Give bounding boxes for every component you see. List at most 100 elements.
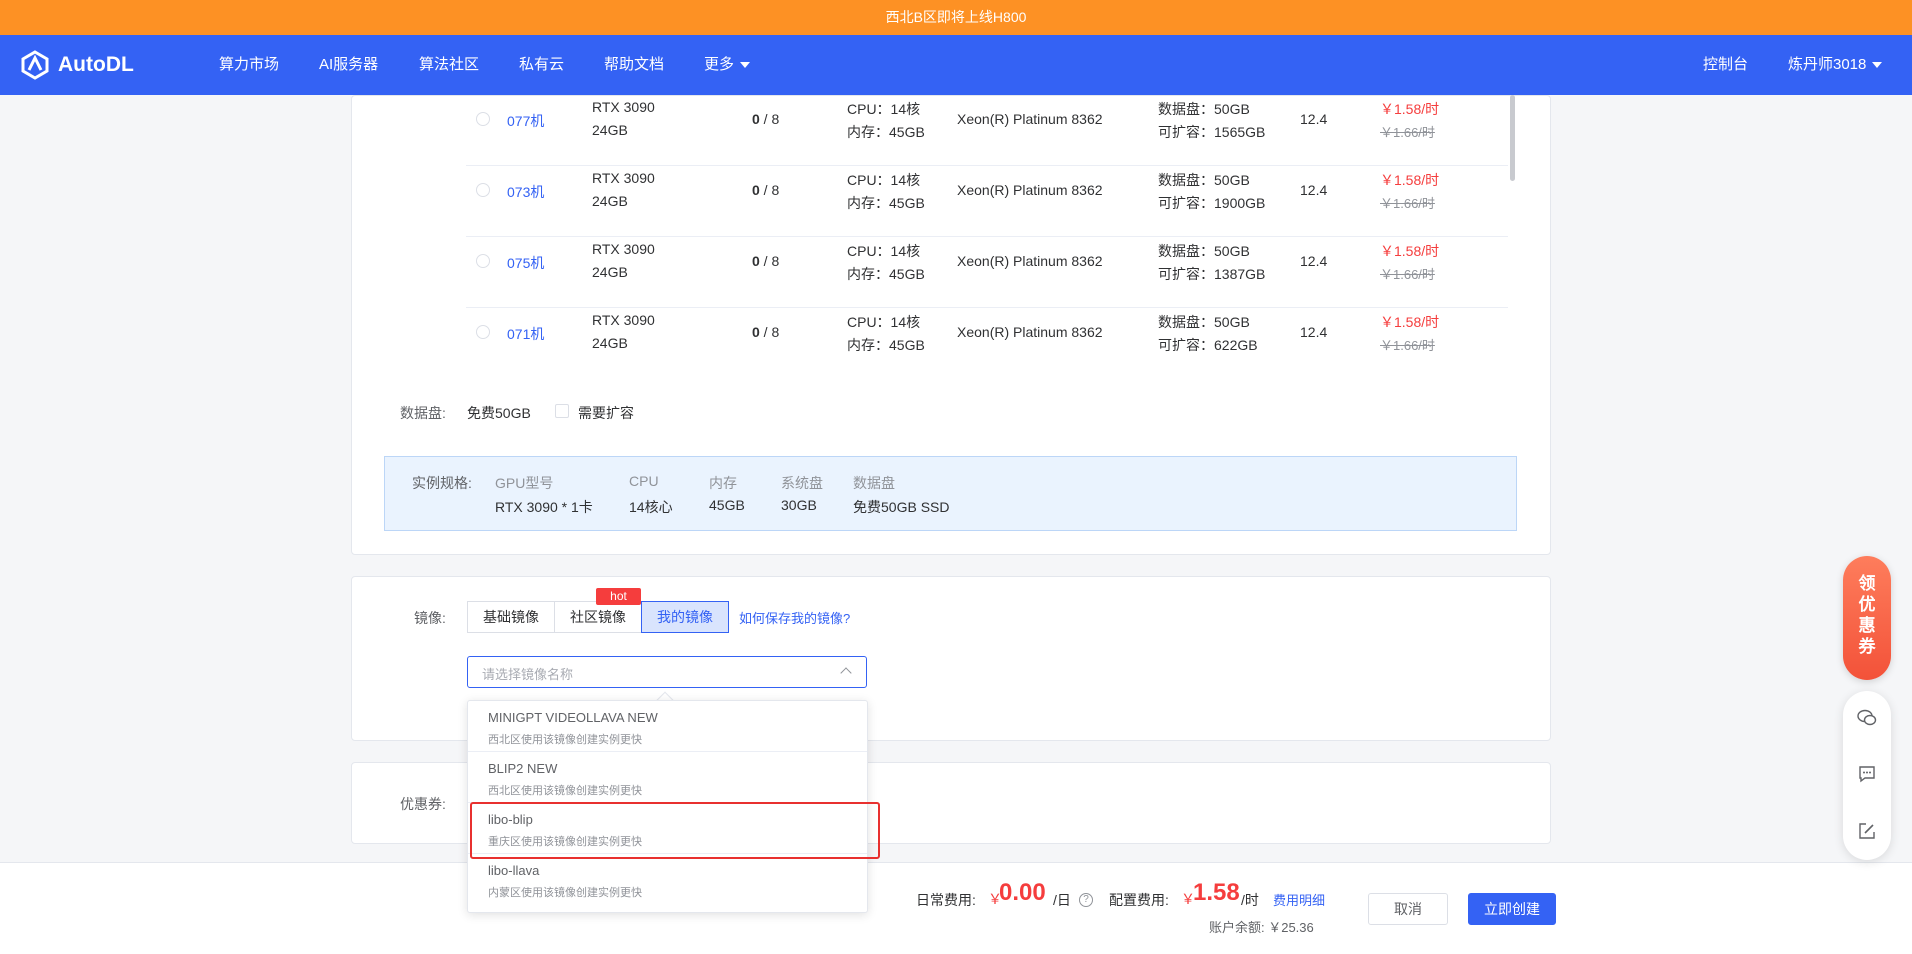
machine-name[interactable]: 077机 <box>507 111 544 131</box>
gpu-model: RTX 3090 <box>592 170 655 186</box>
image-option-desc: 西北区使用该镜像创建实例更快 <box>488 734 642 746</box>
spec-header-datadisk: 数据盘 <box>853 475 895 491</box>
spec-value-mem: 45GB <box>709 497 745 513</box>
cuda-version: 12.4 <box>1300 253 1328 269</box>
autodl-logo[interactable]: AutoDL <box>20 49 134 81</box>
cuda-version: 12.4 <box>1300 111 1328 127</box>
save-image-help-link[interactable]: 如何保存我的镜像? <box>739 608 850 627</box>
machine-row[interactable]: 071机 RTX 3090 24GB 0 / 8 CPU：14核 内存：45GB Xeon(… <box>466 308 1508 367</box>
gpu-model: RTX 3090 <box>592 312 655 328</box>
machine-name[interactable]: 071机 <box>507 324 544 344</box>
cancel-button[interactable]: 取消 <box>1368 893 1448 925</box>
spec-value-datadisk: 免费50GB SSD <box>853 499 950 515</box>
cuda-version: 12.4 <box>1300 182 1328 198</box>
machine-table: 077机 RTX 3090 24GB 0 / 8 CPU：14核 内存：45GB Xeon(… <box>466 95 1517 367</box>
nav-ai-server[interactable]: AI服务器 <box>319 35 378 95</box>
machine-radio[interactable] <box>476 254 490 268</box>
nav-console[interactable]: 控制台 <box>1703 35 1748 95</box>
machine-radio[interactable] <box>476 325 490 339</box>
logo-text: AutoDL <box>58 53 134 76</box>
gpu-availability: 0 / 8 <box>752 253 779 269</box>
cost-detail-link[interactable]: 费用明细 <box>1273 890 1325 909</box>
spec-header-cpu: CPU <box>629 473 659 489</box>
expandable-disk: 可扩容：622GB <box>1158 337 1258 353</box>
nav-compute-market[interactable]: 算力市场 <box>219 35 279 95</box>
help-question-icon[interactable]: ? <box>1079 893 1093 907</box>
cpu-model: Xeon(R) Platinum 8362 <box>957 182 1103 198</box>
cpu-cores: CPU：14核 <box>847 243 921 259</box>
account-balance: 账户余额: ￥25.36 <box>1209 920 1314 935</box>
image-select[interactable]: 请选择镜像名称 <box>467 656 867 688</box>
machine-name[interactable]: 075机 <box>507 253 544 273</box>
price: ￥1.58/时 <box>1380 243 1440 259</box>
hot-badge: hot <box>596 588 641 605</box>
nav-help-docs[interactable]: 帮助文档 <box>604 35 664 95</box>
gpu-model: RTX 3090 <box>592 99 655 115</box>
gpu-total-count: / 8 <box>759 182 780 198</box>
nav-more[interactable]: 更多 <box>704 35 751 95</box>
cpu-cores: CPU：14核 <box>847 314 921 330</box>
config-cost-unit: /时 <box>1241 892 1259 908</box>
expandable-disk: 可扩容：1387GB <box>1158 266 1266 282</box>
image-option[interactable]: BLIP2 NEW 西北区使用该镜像创建实例更快 <box>468 752 867 803</box>
chevron-up-icon <box>840 667 852 679</box>
coupon-label: 优惠券: <box>400 796 446 812</box>
create-now-button[interactable]: 立即创建 <box>1468 893 1556 925</box>
nav-algorithm-community[interactable]: 算法社区 <box>419 35 479 95</box>
machine-radio[interactable] <box>476 183 490 197</box>
data-disk-label: 数据盘: <box>400 405 446 421</box>
cuda-version: 12.4 <box>1300 324 1328 340</box>
feedback-icon[interactable] <box>1857 764 1877 784</box>
spec-value-gpu: RTX 3090 * 1卡 <box>495 499 593 515</box>
nav-more-label: 更多 <box>704 56 735 73</box>
edit-icon[interactable] <box>1857 821 1877 841</box>
expand-checkbox-label[interactable]: 需要扩容 <box>578 403 634 423</box>
data-disk: 数据盘：50GB <box>1158 314 1250 330</box>
image-option[interactable]: MINIGPT VIDEOLLAVA NEW 西北区使用该镜像创建实例更快 <box>468 701 867 752</box>
image-option-desc: 西北区使用该镜像创建实例更快 <box>488 785 642 797</box>
cpu-model: Xeon(R) Platinum 8362 <box>957 111 1103 127</box>
announcement-banner[interactable]: 西北B区即将上线H800 <box>0 0 1912 35</box>
coupon-promo-widget[interactable]: 领 优 惠 券 <box>1843 556 1891 680</box>
machine-row[interactable]: 077机 RTX 3090 24GB 0 / 8 CPU：14核 内存：45GB Xeon(… <box>466 95 1508 166</box>
table-scrollbar[interactable] <box>1510 95 1515 181</box>
gpu-availability: 0 / 8 <box>752 111 779 127</box>
machine-name[interactable]: 073机 <box>507 182 544 202</box>
expand-checkbox[interactable] <box>555 404 569 418</box>
top-navbar: AutoDL 算力市场 AI服务器 算法社区 私有云 帮助文档 更多 控制台 炼… <box>0 35 1912 95</box>
cpu-cores: CPU：14核 <box>847 172 921 188</box>
daily-cost-label: 日常费用: <box>916 892 976 908</box>
original-price: ￥1.66/时 <box>1380 338 1435 353</box>
gpu-vram: 24GB <box>592 122 628 138</box>
price: ￥1.58/时 <box>1380 172 1440 188</box>
gpu-total-count: / 8 <box>759 111 780 127</box>
gpu-vram: 24GB <box>592 335 628 351</box>
gpu-availability: 0 / 8 <box>752 324 779 340</box>
gpu-availability: 0 / 8 <box>752 182 779 198</box>
image-option[interactable]: libo-llava 内蒙区使用该镜像创建实例更快 <box>468 854 867 905</box>
machine-radio[interactable] <box>476 112 490 126</box>
expandable-disk: 可扩容：1900GB <box>1158 195 1266 211</box>
cpu-model: Xeon(R) Platinum 8362 <box>957 324 1103 340</box>
cpu-model: Xeon(R) Platinum 8362 <box>957 253 1103 269</box>
machine-row[interactable]: 073机 RTX 3090 24GB 0 / 8 CPU：14核 内存：45GB Xeon(… <box>466 166 1508 237</box>
spec-header-mem: 内存 <box>709 475 737 491</box>
wechat-icon[interactable] <box>1857 708 1877 728</box>
config-cost-value: 1.58 <box>1193 879 1240 906</box>
tab-base-image[interactable]: 基础镜像 <box>467 601 555 633</box>
caret-down-icon <box>740 62 751 69</box>
tab-my-image[interactable]: 我的镜像 <box>641 601 729 633</box>
spec-header-gpu: GPU型号 <box>495 475 554 491</box>
promo-char: 券 <box>1858 637 1876 656</box>
nav-private-cloud[interactable]: 私有云 <box>519 35 564 95</box>
user-menu[interactable]: 炼丹师3018 <box>1788 35 1883 95</box>
machine-row[interactable]: 075机 RTX 3090 24GB 0 / 8 CPU：14核 内存：45GB Xeon(… <box>466 237 1508 308</box>
original-price: ￥1.66/时 <box>1380 125 1435 140</box>
tab-community-image[interactable]: 社区镜像 <box>554 601 642 633</box>
price: ￥1.58/时 <box>1380 314 1440 330</box>
original-price: ￥1.66/时 <box>1380 267 1435 282</box>
gpu-available-count: 0 <box>752 324 760 340</box>
price: ￥1.58/时 <box>1380 101 1440 117</box>
spec-value-sysdisk: 30GB <box>781 497 817 513</box>
memory: 内存：45GB <box>847 195 925 211</box>
